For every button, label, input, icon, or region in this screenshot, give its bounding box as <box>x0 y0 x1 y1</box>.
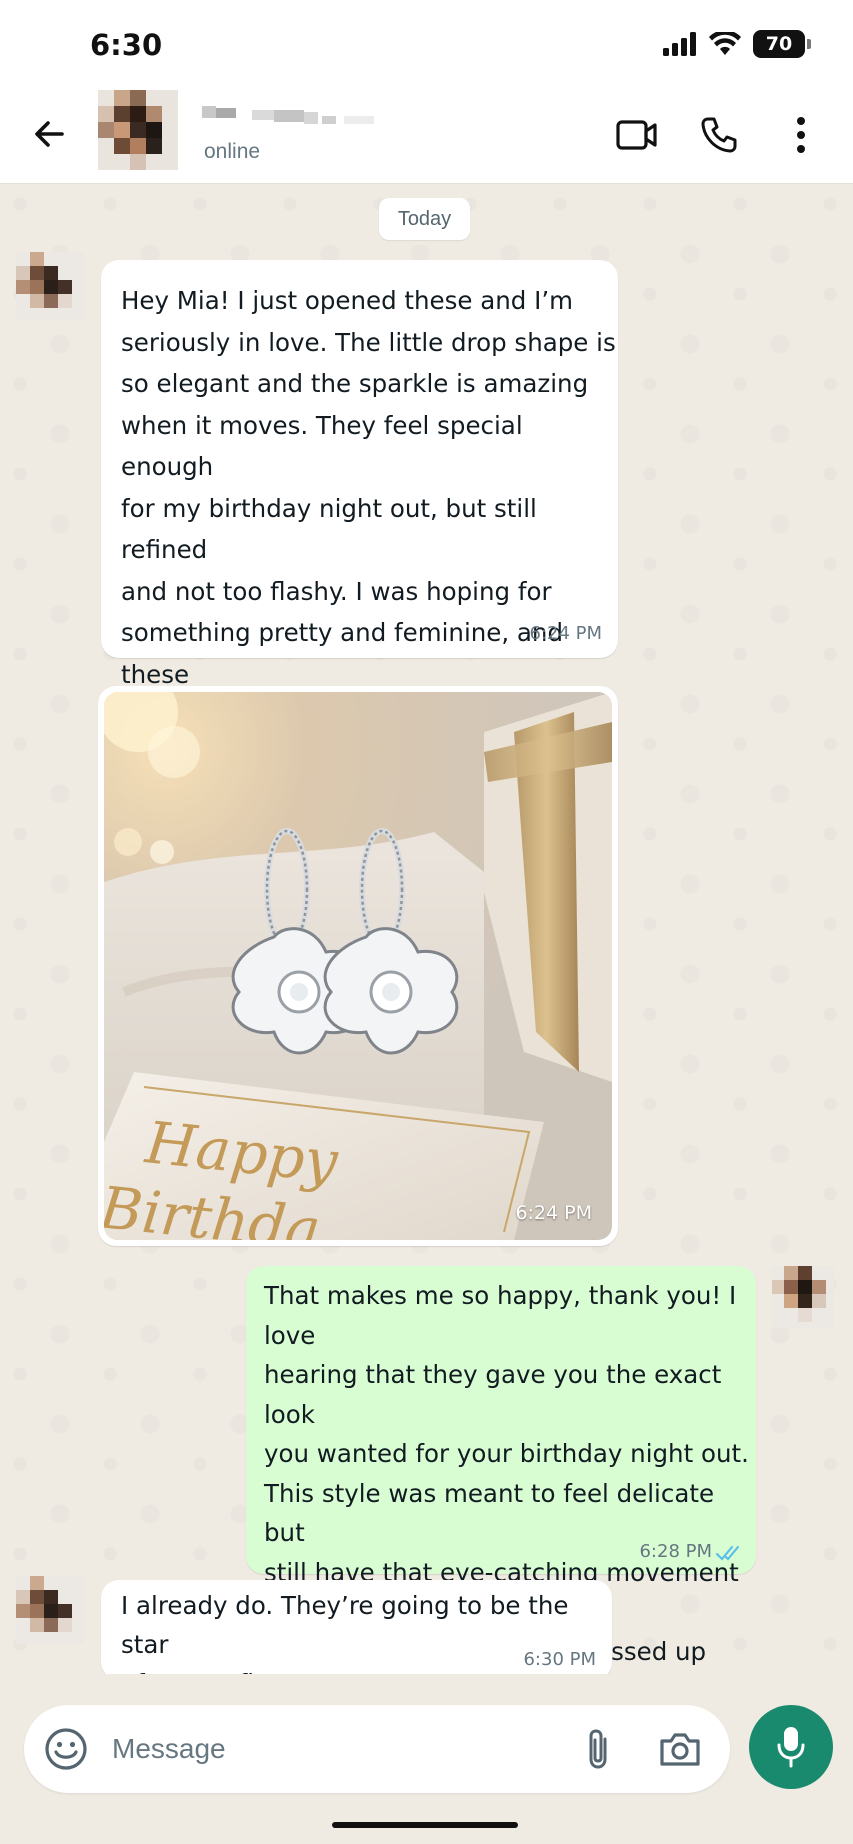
video-call-icon[interactable] <box>612 110 662 160</box>
arrow-left-icon[interactable] <box>28 112 72 156</box>
double-check-icon <box>716 1546 739 1561</box>
contact-name-redacted[interactable] <box>202 104 392 130</box>
contact-status: online <box>204 140 261 163</box>
message-bubble-outgoing[interactable]: That makes me so happy, thank you! I lov… <box>246 1266 756 1745</box>
sender-avatar[interactable] <box>16 1576 84 1644</box>
camera-icon[interactable] <box>656 1725 704 1773</box>
sender-avatar[interactable] <box>16 252 84 320</box>
date-chip: Today <box>379 198 470 240</box>
contact-avatar[interactable] <box>98 90 178 170</box>
own-avatar[interactable] <box>772 1266 834 1328</box>
mic-icon <box>777 1727 805 1768</box>
mic-button[interactable] <box>749 1705 833 1789</box>
message-time: 6:28 PM <box>639 1541 712 1562</box>
message-time: 6:24 PM <box>529 623 602 644</box>
status-icons: 70 <box>663 30 811 58</box>
battery-indicator: 70 <box>753 30 811 58</box>
phone-icon[interactable] <box>694 110 744 160</box>
message-time: 6:30 PM <box>523 1649 596 1670</box>
paperclip-icon[interactable] <box>574 1725 622 1773</box>
message-composer[interactable] <box>24 1705 730 1793</box>
more-vert-icon[interactable] <box>776 110 826 160</box>
earrings-photo[interactable]: Happy Birthda 6:24 PM <box>104 692 612 1240</box>
home-indicator[interactable] <box>332 1822 518 1828</box>
image-time: 6:24 PM <box>515 1202 592 1224</box>
message-bubble-incoming[interactable]: Hey Mia! I just opened these and I’m ser… <box>101 260 618 813</box>
image-message[interactable]: Happy Birthda 6:24 PM <box>98 686 618 1246</box>
chat-area[interactable]: Today Hey Mia! I just opened these and I… <box>0 184 853 1745</box>
emoji-icon[interactable] <box>42 1725 90 1773</box>
signal-icon <box>663 32 696 56</box>
status-bar: 6:30 70 <box>0 0 853 90</box>
battery-level: 70 <box>765 33 793 55</box>
wifi-icon <box>709 32 741 55</box>
chat-header: online <box>0 90 853 184</box>
status-time: 6:30 <box>90 28 163 62</box>
message-bubble-incoming[interactable]: I already do. They’re going to be the st… <box>101 1580 612 1698</box>
message-input[interactable] <box>112 1729 492 1769</box>
